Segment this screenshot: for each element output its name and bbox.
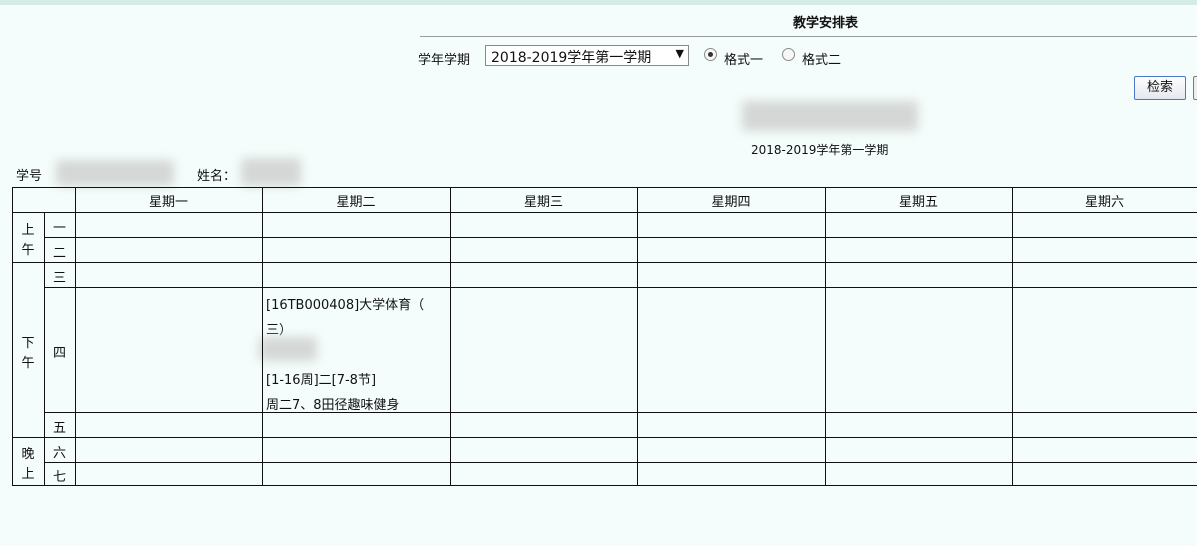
timetable-subtitle: 2018-2019学年第一学期 [751,143,889,157]
grid-border-top [12,187,1197,188]
grid-row-line [12,262,1197,263]
period-number-6: 六 [52,445,66,461]
grid-col-line [1012,187,1013,486]
search-button[interactable]: 检索 [1134,76,1186,100]
period-group-label: 晚 [21,447,35,462]
format-one-radio[interactable] [704,48,717,61]
format-two-label[interactable]: 格式二 [802,49,841,68]
period-number-4: 四 [52,345,66,361]
header-friday: 星期五 [898,195,938,210]
header-saturday: 星期六 [1084,195,1124,210]
header-tuesday: 星期二 [336,195,376,210]
redacted-student-info [742,101,918,131]
period-number-2: 二 [52,245,66,261]
period-number-1: 一 [52,220,66,236]
grid-row-line [12,437,1197,438]
course-weeks-line: [1-16周]二[7-8节] [266,373,377,388]
period-group-label: 上 [21,223,35,238]
grid-row-line [44,237,1197,238]
course-name-line: 三） [266,323,293,338]
top-bar [0,0,1197,5]
redacted-student-id [56,160,174,186]
grid-col-line [450,187,451,486]
header-wednesday: 星期三 [523,195,563,210]
format-one-label[interactable]: 格式一 [724,49,763,68]
grid-col-line [262,187,263,486]
redacted-teacher-name [259,337,317,361]
student-id-label: 学号 [16,169,43,184]
format-two-radio[interactable] [782,48,795,61]
term-select-value: 2018-2019学年第一学期 [491,50,652,66]
dropdown-arrow-icon: ▼ [675,47,684,60]
grid-row-line [44,462,1197,463]
grid-col-line [637,187,638,486]
period-group-label: 下 [21,335,35,351]
grid-col-line [75,187,76,486]
course-code-line: [16TB000408]大学体育（ [266,298,425,313]
redacted-student-name [241,158,301,186]
grid-row-line [44,412,1197,413]
period-group-label: 午 [21,355,35,371]
student-name-label: 姓名： [197,169,237,184]
header-thursday: 星期四 [711,195,751,210]
header-monday: 星期一 [148,195,188,210]
term-select[interactable]: 2018-2019学年第一学期 ▼ [485,45,689,66]
period-number-3: 三 [52,270,66,286]
period-number-5: 五 [52,420,66,436]
period-number-7: 七 [52,469,66,485]
grid-col-line [825,187,826,486]
term-label: 学年学期 [418,53,471,68]
period-group-label: 午 [21,243,35,258]
page-title: 教学安排表 [793,16,859,31]
course-location-line: 周二7、8田径趣味健身 [266,398,400,413]
grid-border-bottom [12,485,1197,486]
grid-row-line [44,287,1197,288]
grid-row-line [12,212,1197,213]
period-group-label: 上 [21,467,35,482]
secondary-button[interactable] [1193,76,1197,100]
title-divider [420,36,1197,37]
